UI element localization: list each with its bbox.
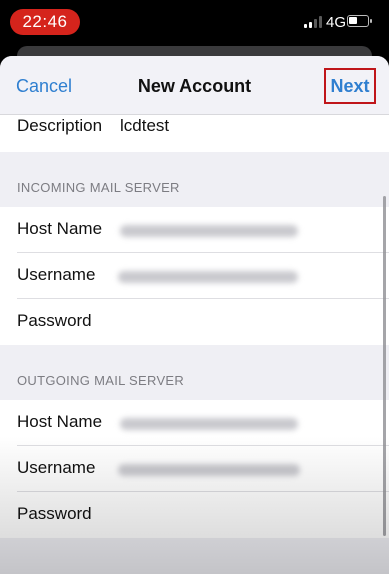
- next-button[interactable]: Next: [324, 68, 376, 104]
- signal-icon: [304, 16, 322, 28]
- outgoing-host-value-redacted[interactable]: [120, 418, 298, 430]
- incoming-username-row[interactable]: Username: [0, 253, 389, 299]
- incoming-section-header: INCOMING MAIL SERVER: [17, 180, 180, 195]
- incoming-host-value-redacted[interactable]: [120, 225, 298, 237]
- incoming-password-label: Password: [17, 311, 92, 330]
- outgoing-username-row[interactable]: Username: [0, 446, 389, 492]
- description-value[interactable]: lcdtest: [120, 116, 169, 136]
- outgoing-host-label: Host Name: [17, 412, 103, 431]
- network-label: 4G: [326, 14, 347, 31]
- incoming-host-row[interactable]: Host Name: [0, 207, 389, 253]
- incoming-host-label: Host Name: [17, 219, 103, 238]
- outgoing-password-row[interactable]: Password: [0, 492, 389, 538]
- battery-icon: [347, 15, 372, 27]
- scrollbar[interactable]: [383, 196, 386, 536]
- incoming-username-value-redacted[interactable]: [118, 271, 298, 283]
- incoming-password-row[interactable]: Password: [0, 299, 389, 345]
- outgoing-section-header: OUTGOING MAIL SERVER: [17, 373, 185, 388]
- description-label: Description: [17, 116, 103, 135]
- outgoing-password-label: Password: [17, 504, 92, 523]
- status-time: 22:46: [10, 9, 80, 35]
- outgoing-username-label: Username: [17, 458, 96, 477]
- section-gap: OUTGOING MAIL SERVER: [0, 345, 389, 400]
- incoming-username-label: Username: [17, 265, 96, 284]
- status-bar: 22:46 4G: [0, 0, 389, 44]
- section-gap: INCOMING MAIL SERVER: [0, 152, 389, 207]
- outgoing-username-value-redacted[interactable]: [118, 464, 300, 476]
- outgoing-host-row[interactable]: Host Name: [0, 400, 389, 446]
- new-account-sheet: Description lcdtest INCOMING MAIL SERVER…: [0, 56, 389, 574]
- navigation-bar: Cancel New Account Next: [0, 56, 389, 115]
